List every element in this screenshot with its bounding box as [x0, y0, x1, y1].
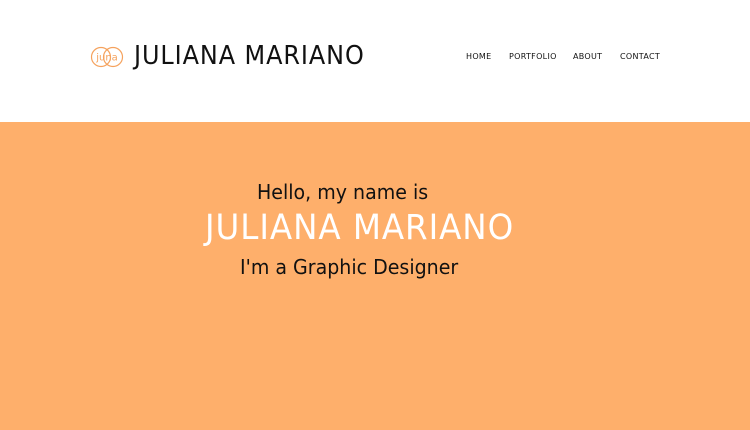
logo-text: juna: [95, 53, 118, 64]
logo-icon: juna: [90, 46, 124, 68]
hero-role: I'm a Graphic Designer: [240, 255, 459, 279]
brand-name[interactable]: JULIANA MARIANO: [134, 41, 365, 71]
site-header: juna JULIANA MARIANO HOME PORTFOLIO ABOU…: [0, 0, 750, 122]
hero-greeting: Hello, my name is: [257, 180, 429, 204]
logo[interactable]: juna: [90, 46, 124, 68]
nav-contact[interactable]: CONTACT: [620, 52, 660, 61]
nav-about[interactable]: ABOUT: [573, 52, 602, 61]
hero-section: Hello, my name is JULIANA MARIANO I'm a …: [0, 122, 750, 430]
hero-name: JULIANA MARIANO: [205, 208, 515, 248]
nav-home[interactable]: HOME: [466, 52, 491, 61]
nav-portfolio[interactable]: PORTFOLIO: [509, 52, 557, 61]
